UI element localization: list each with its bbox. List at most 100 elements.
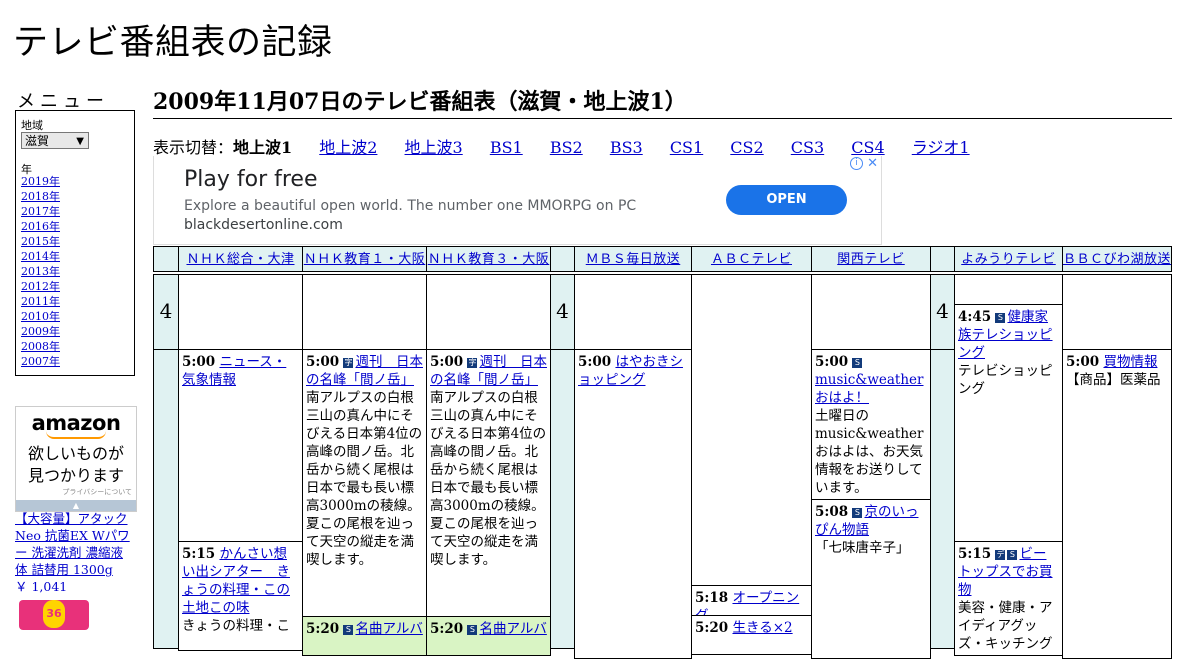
product-image[interactable]: 36 xyxy=(19,600,89,630)
channel-link[interactable]: ＮＨＫ総合・大津 xyxy=(186,252,294,267)
program-title-link[interactable]: 名曲アルバ xyxy=(479,621,546,637)
data-broadcast-icon: デ xyxy=(995,550,1006,560)
privacy-link[interactable]: プライバシーについて xyxy=(62,487,132,497)
channel-link[interactable]: ＭＢＳ毎日放送 xyxy=(586,252,681,267)
year-link[interactable]: 2018年 xyxy=(21,189,60,204)
switcher-link[interactable]: CS2 xyxy=(730,138,763,157)
program-title-link[interactable]: 生きる×2 xyxy=(732,620,792,636)
switcher-link[interactable]: BS1 xyxy=(490,138,523,157)
subtitle-icon: 字 xyxy=(343,358,354,368)
switcher-link[interactable]: BS3 xyxy=(610,138,643,157)
program-time: 5:20 xyxy=(695,620,729,636)
close-icon[interactable]: ✕ xyxy=(867,156,878,171)
year-link[interactable]: 2012年 xyxy=(21,279,60,294)
channel-link[interactable]: よみうりテレビ xyxy=(961,252,1056,267)
switcher-link[interactable]: CS4 xyxy=(851,138,884,157)
year-list: 2019年 2018年 2017年 2016年 2015年 2014年 2013… xyxy=(21,174,60,369)
program-time: 5:20 xyxy=(430,621,464,637)
program-desc: 「七味唐辛子」 xyxy=(815,540,910,556)
program-cell: 5:00 S music&weatherおはよ！ 土曜日のmusic&weath… xyxy=(811,349,931,500)
switcher-link[interactable]: 地上波2 xyxy=(319,138,377,157)
ad-banner[interactable]: Play for free Explore a beautiful open w… xyxy=(153,156,882,245)
hour-header xyxy=(153,246,179,272)
program-time: 5:00 xyxy=(1066,354,1100,370)
stereo-icon: S xyxy=(343,625,354,635)
triangle-up-icon: ▲ xyxy=(72,501,80,510)
hour-cell: 4 xyxy=(153,274,179,350)
program-cell: 5:15 かんさい想い出シアター きょうの料理・この土地この味 きょうの料理・こ xyxy=(178,541,303,651)
program-cell: 5:00 買物情報 【商品】医薬品 xyxy=(1062,349,1172,659)
ad-open-button[interactable]: OPEN xyxy=(726,185,847,215)
year-link[interactable]: 2019年 xyxy=(21,174,60,189)
program-cell: 5:20 生きる×2 xyxy=(691,615,812,655)
program-time: 5:00 xyxy=(578,354,612,370)
hour-cell xyxy=(550,349,575,649)
program-desc: 土曜日のmusic&weatherおはよは、お天気情報をお送りしています。 xyxy=(815,408,924,496)
channel-header: ＮＨＫ教育１・大阪 xyxy=(302,246,427,272)
channel-header: 関西テレビ xyxy=(811,246,931,272)
channel-link[interactable]: ＢＢＣびわ湖放送 xyxy=(1063,252,1171,267)
program-desc: 【商品】医薬品 xyxy=(1066,372,1161,388)
program-title-link[interactable]: 名曲アルバ xyxy=(355,621,422,637)
switcher-link[interactable]: ラジオ1 xyxy=(912,138,970,157)
program-time: 5:00 xyxy=(815,354,849,370)
amazon-logo: amazon xyxy=(31,411,121,435)
subtitle-icon: 字 xyxy=(467,358,478,368)
year-link[interactable]: 2015年 xyxy=(21,234,60,249)
year-link[interactable]: 2016年 xyxy=(21,219,60,234)
program-time: 5:18 xyxy=(695,590,729,606)
year-link[interactable]: 2013年 xyxy=(21,264,60,279)
product-title-link[interactable]: 【大容量】アタック Neo 抗菌EX Wパワー 洗濯洗剤 濃縮液体 詰替用 13… xyxy=(15,511,130,577)
program-cell: 5:08 S 京のいっぴん物語 「七味唐辛子」 xyxy=(811,499,931,659)
program-desc: きょうの料理・こ xyxy=(182,618,290,634)
site-title: テレビ番組表の記録 xyxy=(13,23,333,63)
region-select[interactable]: 滋賀 ▼ xyxy=(21,132,89,149)
program-title-link[interactable]: music&weatherおはよ！ xyxy=(815,372,923,406)
amazon-ad[interactable]: amazon 欲しいものが 見つかります プライバシーについて ▲ xyxy=(15,406,137,512)
stereo-icon: S xyxy=(852,508,863,518)
product-listing: 【大容量】アタック Neo 抗菌EX Wパワー 洗濯洗剤 濃縮液体 詰替用 13… xyxy=(15,510,135,595)
stereo-icon: S xyxy=(852,358,863,368)
channel-link[interactable]: 関西テレビ xyxy=(837,252,905,267)
region-label: 地域 xyxy=(21,119,43,132)
amazon-copy-line: 見つかります xyxy=(27,466,124,485)
program-time: 5:00 xyxy=(306,354,340,370)
empty-slot xyxy=(954,274,1063,305)
info-icon[interactable]: i xyxy=(850,157,863,170)
year-link[interactable]: 2009年 xyxy=(21,324,60,339)
program-time: 5:00 xyxy=(182,354,216,370)
switcher-link[interactable]: 地上波3 xyxy=(405,138,463,157)
channel-header: ＮＨＫ教育３・大阪 xyxy=(426,246,551,272)
empty-slot xyxy=(178,274,303,350)
hour-cell xyxy=(930,349,955,649)
stereo-icon: S xyxy=(995,313,1006,323)
hour-header xyxy=(550,246,575,272)
hour-cell xyxy=(153,349,179,649)
program-time: 5:15 xyxy=(182,546,216,562)
ad-title: Play for free xyxy=(184,167,318,192)
switcher-link[interactable]: BS2 xyxy=(550,138,583,157)
hour-cell: 4 xyxy=(550,274,575,350)
year-link[interactable]: 2010年 xyxy=(21,309,60,324)
program-cell: 5:18 オープニング xyxy=(691,585,812,616)
program-cell: 5:20 S 名曲アルバ xyxy=(426,616,551,656)
year-link[interactable]: 2014年 xyxy=(21,249,60,264)
channel-link[interactable]: ＮＨＫ教育１・大阪 xyxy=(304,252,426,267)
program-cell: 5:00 字週刊 日本の名峰「間ノ岳」 南アルプスの白根三山の真ん中にそびえる日… xyxy=(302,349,427,617)
channel-link[interactable]: ＡＢＣテレビ xyxy=(711,252,792,267)
program-desc: 南アルプスの白根三山の真ん中にそびえる日本第4位の高峰の間ノ岳。北岳から続く尾根… xyxy=(430,390,547,568)
program-cell: 4:45 S 健康家族テレショッピング テレビショッピング xyxy=(954,304,1063,542)
empty-slot xyxy=(811,274,931,350)
program-cell: 5:00 ニュース・気象情報 xyxy=(178,349,303,542)
switcher-link[interactable]: CS1 xyxy=(670,138,703,157)
switcher-link[interactable]: CS3 xyxy=(791,138,824,157)
product-badge: 36 xyxy=(43,600,65,628)
channel-link[interactable]: ＮＨＫ教育３・大阪 xyxy=(428,252,550,267)
program-title-link[interactable]: 買物情報 xyxy=(1103,354,1157,370)
year-link[interactable]: 2007年 xyxy=(21,354,60,369)
year-link[interactable]: 2008年 xyxy=(21,339,60,354)
ad-description: Explore a beautiful open world. The numb… xyxy=(184,198,637,214)
empty-slot xyxy=(302,274,427,350)
year-link[interactable]: 2017年 xyxy=(21,204,60,219)
year-link[interactable]: 2011年 xyxy=(21,294,60,309)
